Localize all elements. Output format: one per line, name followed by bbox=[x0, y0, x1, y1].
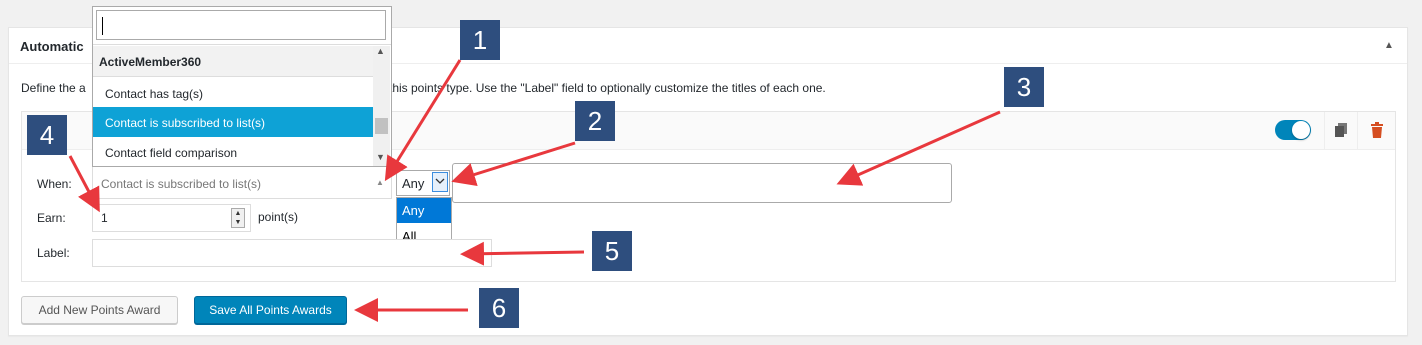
dropdown-option[interactable]: Contact field comparison bbox=[93, 137, 373, 167]
label-input[interactable] bbox=[92, 239, 492, 267]
match-value: Any bbox=[402, 176, 425, 191]
scroll-down-icon[interactable]: ▼ bbox=[376, 152, 385, 162]
text-caret bbox=[102, 17, 103, 35]
earn-label: Earn: bbox=[37, 211, 66, 225]
earn-points-input[interactable] bbox=[92, 204, 251, 232]
divider bbox=[1357, 112, 1358, 150]
list-selection-input[interactable] bbox=[452, 163, 952, 203]
description-prefix: Define the a bbox=[21, 81, 86, 95]
dropdown-scrollbar[interactable] bbox=[373, 46, 390, 166]
when-label: When: bbox=[37, 177, 72, 191]
label-label: Label: bbox=[37, 246, 70, 260]
dropdown-option-selected[interactable]: Contact is subscribed to list(s) bbox=[93, 107, 373, 137]
match-option-any[interactable]: Any bbox=[397, 198, 451, 223]
copy-icon[interactable] bbox=[1332, 121, 1350, 139]
panel-title: Automatic bbox=[20, 39, 84, 54]
callout-badge: 1 bbox=[460, 20, 500, 60]
caret-up-icon[interactable]: ▲ bbox=[376, 178, 384, 187]
add-new-points-award-button[interactable]: Add New Points Award bbox=[21, 296, 178, 324]
callout-badge: 6 bbox=[479, 288, 519, 328]
toggle-knob bbox=[1292, 121, 1310, 139]
callout-badge: 5 bbox=[592, 231, 632, 271]
callout-badge: 4 bbox=[27, 115, 67, 155]
callout-badge: 3 bbox=[1004, 67, 1044, 107]
dropdown-group-label: ActiveMember360 bbox=[93, 46, 373, 77]
save-all-points-awards-button[interactable]: Save All Points Awards bbox=[194, 296, 347, 324]
chevron-down-icon bbox=[435, 174, 445, 191]
dropdown-search-input[interactable] bbox=[96, 10, 386, 40]
description-text: this points type. Use the "Label" field … bbox=[389, 81, 826, 95]
scroll-up-icon[interactable]: ▲ bbox=[376, 46, 385, 56]
collapse-icon[interactable]: ▲ bbox=[1384, 40, 1394, 51]
earn-points-value: 1 bbox=[101, 211, 108, 225]
when-trigger-value: Contact is subscribed to list(s) bbox=[101, 177, 262, 191]
number-spinner[interactable]: ▲ ▼ bbox=[231, 208, 245, 228]
divider bbox=[1324, 112, 1325, 150]
dropdown-option[interactable]: Contact has tag(s) bbox=[93, 78, 373, 108]
points-unit-text: point(s) bbox=[258, 210, 299, 224]
scrollbar-thumb[interactable] bbox=[375, 118, 388, 134]
trash-icon[interactable] bbox=[1368, 121, 1386, 139]
callout-badge: 2 bbox=[575, 101, 615, 141]
